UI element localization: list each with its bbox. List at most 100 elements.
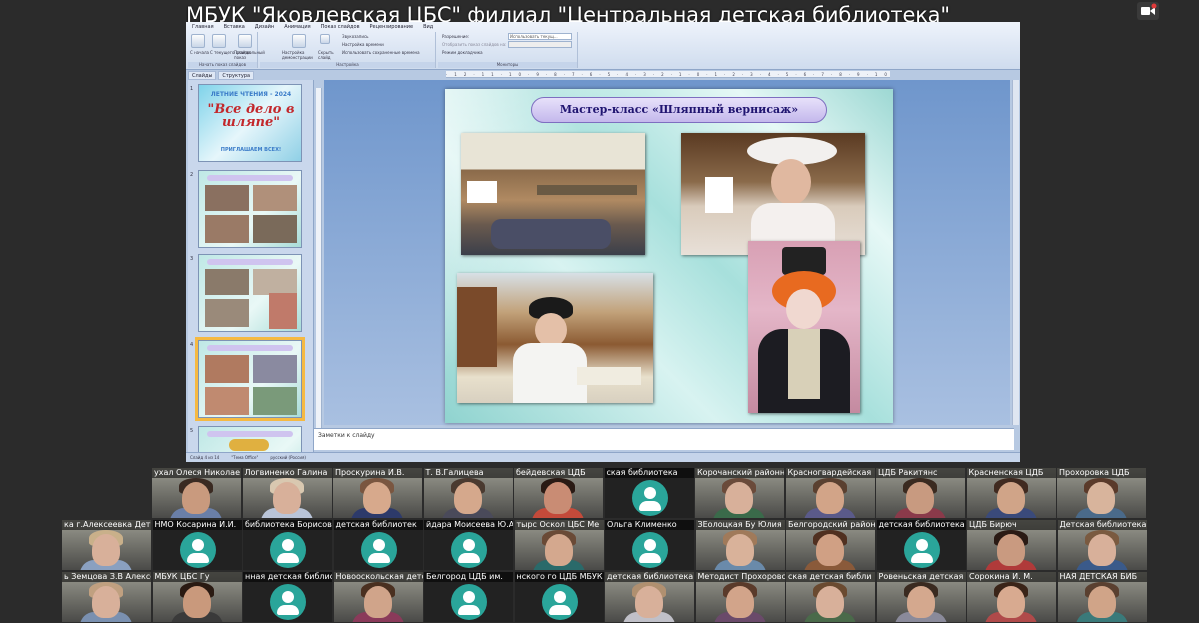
participant-tile[interactable]: тырс Оскол ЦБС Ме (514, 520, 604, 570)
participant-tile[interactable]: Новооскольская детс (333, 572, 423, 622)
participant-tile[interactable]: Логвиненко Галина (242, 468, 332, 518)
participant-tile[interactable]: Ольга Клименко (605, 520, 694, 570)
avatar-icon (541, 584, 578, 620)
participant-tile[interactable]: ская детская библи (786, 572, 875, 622)
participant-name: Красногвардейская (785, 468, 875, 478)
participant-tile[interactable]: Белгород ЦДБ им. (424, 572, 513, 622)
participant-name: ка г.Алексеевка Дет (62, 520, 151, 530)
participant-tile[interactable]: Красненская ЦДБ (966, 468, 1056, 518)
group-label: Настройка (260, 62, 435, 68)
photo-vest (788, 329, 820, 399)
thumb-photo (253, 185, 297, 211)
participant-tile[interactable]: ЦДБ Ракитянс (876, 468, 965, 518)
slide-thumbnail-3[interactable] (198, 254, 302, 332)
participant-name: ская библиотека (604, 468, 694, 478)
participant-tile[interactable]: библиотека Борисовская (243, 520, 332, 570)
participant-tile[interactable]: ка г.Алексеевка Дет (62, 520, 151, 570)
status-slide-count: Слайд 4 из 14 (190, 455, 220, 460)
participant-name: йдарa Моисеева Ю.А (424, 520, 513, 530)
participant-tile[interactable]: Ровеньская детская (876, 572, 966, 622)
participant-tile[interactable]: НАЯ ДЕТСКАЯ БИБ (1057, 572, 1147, 622)
participant-name: Проскурина И.В. (333, 468, 422, 478)
status-theme: "Тема Office" (231, 455, 259, 460)
participant-tile[interactable]: Белгородский район (786, 520, 875, 570)
photo-face (786, 289, 822, 329)
participant-face (92, 586, 120, 618)
panel-tabs: Слайды Структура (188, 71, 308, 80)
tab-home[interactable]: Главная (192, 22, 214, 32)
participant-tile[interactable]: ЗЕолоцкая Бу Юлия (695, 520, 785, 570)
participant-tile[interactable]: НМО Косарина И.И. (152, 520, 242, 570)
from-current-button[interactable] (212, 34, 226, 48)
participant-tile[interactable]: Сорокина И. М. (967, 572, 1056, 622)
participant-tile[interactable]: бейдевская ЦДБ (514, 468, 603, 518)
tab-slideshow[interactable]: Показ слайдов (321, 22, 360, 32)
participant-tile[interactable]: ская библиотека (604, 468, 694, 518)
custom-show-button[interactable] (238, 34, 252, 48)
status-language[interactable]: русский (Россия) (270, 453, 306, 462)
participant-tile[interactable]: ь Земцова З.В Алексе (62, 572, 151, 622)
slide-thumbnail-4[interactable] (195, 337, 305, 421)
participant-tile[interactable]: Т. В.Галицева (423, 468, 513, 518)
participant-tile[interactable]: Детская библиотека (1057, 520, 1147, 570)
thumb-title: "Все дело в шляпе" (207, 102, 295, 130)
from-start-label: С начала (190, 50, 209, 55)
participant-tile[interactable]: Проскурина И.В. (333, 468, 422, 518)
group-setup: Настройка демонстрации Скрыть слайд Звук… (260, 32, 436, 68)
participant-name: Сорокина И. М. (967, 572, 1056, 582)
hide-slide-button[interactable] (320, 34, 330, 44)
participant-name: Т. В.Галицева (423, 468, 513, 478)
participant-tile[interactable]: детская библиотека (605, 572, 694, 622)
thumb-number: 5 (190, 428, 194, 434)
slide-thumbnail-1[interactable]: ЛЕТНИЕ ЧТЕНИЯ - 2024 "Все дело в шляпе" … (198, 84, 302, 162)
participant-tile[interactable]: детская библиотек (333, 520, 423, 570)
slide-thumbnail-2[interactable] (198, 170, 302, 248)
tab-insert[interactable]: Вставка (224, 22, 245, 32)
tab-slides[interactable]: Слайды (188, 71, 217, 80)
tab-review[interactable]: Рецензирование (370, 22, 414, 32)
participant-tile[interactable]: Корочанский районн (695, 468, 784, 518)
slide-notes[interactable]: Заметки к слайду (314, 428, 1014, 450)
thumb-header (207, 175, 293, 181)
participant-face (725, 534, 754, 566)
participant-tile[interactable]: детская библиотека (876, 520, 966, 570)
participant-name: Ольга Клименко (605, 520, 694, 530)
photo-card (705, 177, 733, 213)
participant-face (725, 482, 753, 514)
resolution-select[interactable]: Использовать текущ... (508, 33, 572, 40)
tab-design[interactable]: Дизайн (255, 22, 274, 32)
participant-tile[interactable]: Методист Прохоровск (695, 572, 785, 622)
slide-thumbnail-5[interactable] (198, 426, 302, 452)
show-on-select[interactable] (508, 41, 572, 48)
tab-animation[interactable]: Анимация (284, 22, 310, 32)
participant-name: ь Земцова З.В Алексе (62, 572, 151, 582)
participant-tile[interactable]: нная детская библио (243, 572, 332, 622)
rehearse-timings-button[interactable]: Настройка времени (342, 42, 384, 47)
setup-show-button[interactable] (292, 34, 306, 48)
thumb-header (207, 345, 293, 351)
editor-scrollbar[interactable] (1012, 80, 1019, 425)
participant-tile[interactable]: Красногвардейская (785, 468, 875, 518)
participant-name: детская библиотека (605, 572, 694, 582)
current-slide[interactable]: Мастер-класс «Шляпный вернисаж» (445, 89, 893, 423)
participant-tile[interactable]: йдарa Моисеева Ю.А (424, 520, 513, 570)
photo-table (577, 367, 641, 385)
participant-tile[interactable]: МБУК ЦБС Гу (152, 572, 242, 622)
participant-tile[interactable]: ухал Олеся Николае (152, 468, 241, 518)
presenter-view-checkbox[interactable]: Режим докладчика (442, 50, 483, 55)
camera-icon[interactable] (1137, 2, 1159, 20)
from-start-button[interactable] (191, 34, 205, 48)
participant-tile[interactable]: ЦДБ Бирюч (967, 520, 1056, 570)
use-timings-checkbox[interactable]: Использовать сохраненные времена (342, 50, 420, 55)
participant-face (1087, 534, 1116, 566)
tab-outline[interactable]: Структура (218, 71, 255, 80)
participant-tile[interactable]: Прохоровка ЦДБ (1057, 468, 1146, 518)
custom-show-label: Произвольный показ (234, 50, 265, 60)
participant-face (1087, 586, 1116, 618)
participant-tile[interactable]: нского го ЦДБ МБУК (514, 572, 604, 622)
record-narration-button[interactable]: Звукозапись (342, 34, 369, 39)
participant-face (544, 482, 572, 514)
tab-view[interactable]: Вид (423, 22, 433, 32)
participants-grid: ухал Олеся Николае Логвиненко Галина Проск… (0, 468, 1199, 623)
hide-slide-label: Скрыть слайд (318, 50, 334, 60)
